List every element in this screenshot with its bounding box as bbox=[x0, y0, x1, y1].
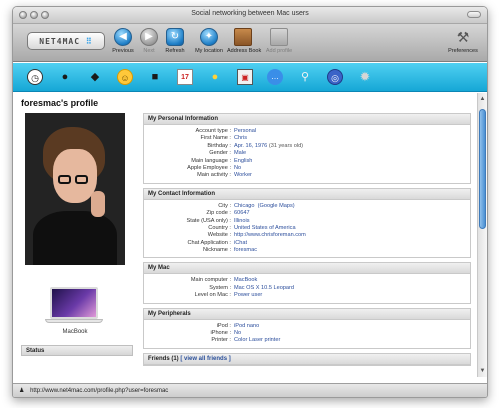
add-profile-label: Add profile bbox=[265, 48, 293, 54]
info-row: Main activity : Worker bbox=[197, 172, 252, 179]
info-row: Website : http://www.chrisforeman.com bbox=[207, 232, 306, 239]
mac-picture: MacBook bbox=[25, 273, 125, 343]
preferences-button[interactable]: ⚒ Preferences bbox=[443, 28, 483, 54]
title-bar: Social networking between Mac users bbox=[13, 7, 487, 24]
section-title: My Mac bbox=[144, 263, 470, 275]
calendar-icon[interactable]: 17 bbox=[177, 69, 193, 85]
status-url: http://www.net4mac.com/profile.php?user=… bbox=[30, 388, 169, 394]
info-row: City : Chicago (Google Maps) bbox=[218, 202, 295, 209]
mac-label: MacBook bbox=[62, 329, 88, 335]
status-heading: Status bbox=[21, 345, 133, 356]
info-row: Apple Employee : No bbox=[187, 164, 242, 171]
app-window: Social networking between Mac users NET4… bbox=[12, 6, 488, 398]
location-globe-icon: ✦ bbox=[200, 28, 218, 46]
vertical-scrollbar[interactable]: ▲ ▼ bbox=[477, 93, 487, 377]
gear-icon[interactable]: ✹ bbox=[357, 69, 373, 85]
person-silhouette-icon: ♟ bbox=[19, 388, 25, 394]
refresh-label: Refresh bbox=[165, 48, 185, 54]
peripherals-section: My Peripherals iPod : iPod nano iPhone :N… bbox=[143, 307, 471, 349]
refresh-button[interactable]: ↻ Refresh bbox=[159, 28, 191, 54]
my-location-button[interactable]: ✦ My location bbox=[193, 28, 225, 54]
toolbar-toggle-button[interactable] bbox=[467, 11, 481, 18]
info-row: Gender : Male bbox=[209, 150, 247, 157]
scroll-up-arrow-icon[interactable]: ▲ bbox=[479, 95, 486, 103]
tools-icon: ⚒ bbox=[456, 29, 470, 45]
city-link[interactable]: Chicago bbox=[234, 203, 255, 209]
clock-icon[interactable]: ◷ bbox=[27, 69, 43, 85]
info-row: Level on Mac : Power user bbox=[194, 292, 263, 299]
logo-text: NET4MAC bbox=[39, 37, 81, 46]
personal-information-section: My Personal Information Account type : Pe… bbox=[143, 113, 471, 184]
info-row: Nickname : foresmac bbox=[203, 247, 258, 254]
friends-section: Friends (1) [ view all friends ] bbox=[143, 352, 471, 366]
people-icon[interactable]: ◆ bbox=[87, 69, 103, 85]
info-row: Zip code :60647 bbox=[206, 210, 250, 217]
navigation-icon-bar: ◷ ● ◆ ☺ ■ 17 ● ▣ … ⚲ ◎ ✹ bbox=[13, 63, 487, 92]
forward-arrow-icon: ▶ bbox=[140, 28, 158, 46]
view-all-friends-link[interactable]: [ view all friends ] bbox=[180, 356, 230, 362]
profile-content: foresmac's profile MacBook Status My Per… bbox=[13, 93, 479, 377]
address-book-button[interactable]: Address Book bbox=[227, 28, 262, 54]
info-row: iPod : iPod nano bbox=[216, 322, 260, 329]
profile-left-column: MacBook Status bbox=[21, 113, 133, 356]
google-maps-link[interactable]: (Google Maps) bbox=[258, 203, 295, 209]
chat-bubble-icon[interactable]: … bbox=[267, 69, 283, 85]
info-row: System : Mac OS X 10.5 Leopard bbox=[209, 284, 295, 291]
info-row: Main language : English bbox=[191, 157, 253, 164]
scroll-down-arrow-icon[interactable]: ▼ bbox=[479, 367, 486, 375]
address-book-icon bbox=[234, 28, 252, 46]
window-title: Social networking between Mac users bbox=[191, 10, 309, 17]
my-mac-section: My Mac Main computer : MacBook System : Ma… bbox=[143, 262, 471, 304]
info-row: Account type : Personal bbox=[195, 128, 257, 134]
add-profile-button[interactable]: Add profile bbox=[263, 28, 295, 54]
logo-dots: ⠿ bbox=[85, 37, 93, 46]
lightbulb-icon[interactable]: ● bbox=[207, 69, 223, 85]
info-row: Printer : Color Laser printer bbox=[211, 337, 281, 344]
website-link[interactable]: http://www.chrisforeman.com bbox=[234, 232, 306, 239]
profile-photo bbox=[25, 113, 125, 265]
address-book-label: Address Book bbox=[227, 48, 262, 54]
info-row: Birthday : Apr. 16, 1976 (31 years old) bbox=[207, 142, 304, 149]
refresh-icon: ↻ bbox=[166, 28, 184, 46]
smiley-icon[interactable]: ☺ bbox=[117, 69, 133, 85]
status-bar: ♟ http://www.net4mac.com/profile.php?use… bbox=[13, 383, 487, 397]
macbook-icon bbox=[50, 287, 98, 319]
info-row: iPhone : No bbox=[210, 330, 242, 337]
section-title: My Contact Information bbox=[144, 188, 470, 200]
friends-title: Friends (1) bbox=[148, 355, 179, 362]
section-title: My Personal Information bbox=[144, 114, 470, 125]
profile-heading: foresmac's profile bbox=[21, 98, 99, 108]
profile-right-column: My Personal Information Account type : Pe… bbox=[143, 113, 471, 370]
info-row: State (USA only) : Illinois bbox=[186, 217, 250, 224]
inbox-icon[interactable]: ▣ bbox=[237, 69, 253, 85]
toolbar: NET4MAC ⠿ ◀ Previous ▶ Next ↻ Refresh ✦ … bbox=[13, 24, 487, 62]
my-location-label: My location bbox=[195, 48, 223, 54]
net4mac-logo[interactable]: NET4MAC ⠿ bbox=[27, 32, 105, 50]
info-row: Main computer : MacBook bbox=[190, 277, 258, 284]
section-title: My Peripherals bbox=[144, 308, 470, 320]
scroll-thumb[interactable] bbox=[479, 109, 486, 229]
contact-information-section: My Contact Information City : Chicago (Go… bbox=[143, 187, 471, 259]
back-arrow-icon: ◀ bbox=[114, 28, 132, 46]
magnifier-icon[interactable]: ⚲ bbox=[297, 69, 313, 85]
info-row: Chat Application : iChat bbox=[187, 239, 248, 246]
preferences-label: Preferences bbox=[448, 48, 478, 54]
add-profile-icon bbox=[270, 28, 288, 46]
info-row: Country : United States of America bbox=[208, 224, 296, 231]
globe-icon[interactable]: ◎ bbox=[327, 69, 343, 85]
info-row: First Name : Chris bbox=[200, 135, 248, 142]
user-icon[interactable]: ■ bbox=[147, 69, 163, 85]
person-icon[interactable]: ● bbox=[57, 69, 73, 85]
